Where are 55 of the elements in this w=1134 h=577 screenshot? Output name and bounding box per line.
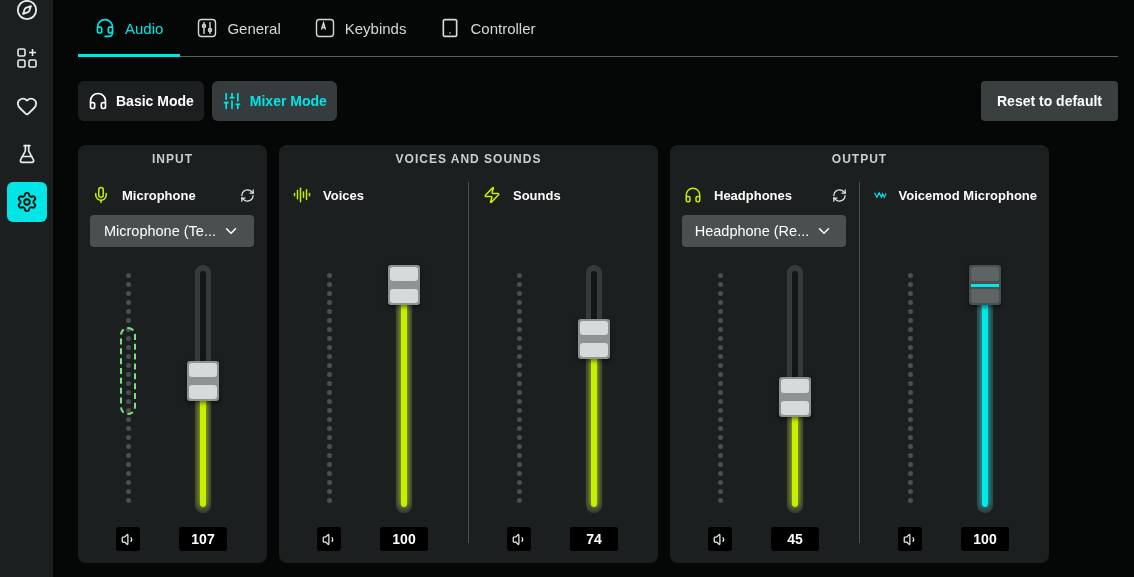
tab[interactable]: Controller [423,0,553,57]
device-dropdown[interactable]: Headphone (Re... [682,215,846,247]
volume-value: 107 [179,527,227,551]
sidebar-item[interactable] [6,182,47,222]
mode-button[interactable]: Mixer Mode [211,81,337,121]
mode-button[interactable]: Basic Mode [78,81,204,121]
tablet-icon [440,18,461,38]
slider-thumb[interactable] [388,265,420,305]
sliders-icon [221,91,242,111]
group-title: VOICES AND SOUNDS [394,151,543,168]
mute-button[interactable] [507,527,531,551]
headphones-icon [88,91,108,111]
headset-icon [95,18,115,38]
apps-add-icon [15,47,38,69]
tab[interactable]: Audio [78,0,181,57]
channel-name: Sounds [513,187,561,203]
volume-value: 100 [961,527,1009,551]
tab[interactable]: Keybinds [297,0,424,57]
headphones-icon [684,186,702,204]
volume-value: 100 [380,527,428,551]
slider-thumb[interactable] [187,360,219,401]
zigzag-logo-icon [874,189,887,201]
volume-slider[interactable] [969,265,1001,513]
volume-value: 74 [570,527,618,551]
group-title: OUTPUT [830,151,889,168]
volume-slider[interactable] [388,265,420,513]
refresh-button[interactable] [832,187,847,203]
reset-button[interactable]: Reset to default [981,81,1118,121]
compass-icon [15,0,38,21]
mute-button[interactable] [898,527,922,551]
mute-button[interactable] [708,527,732,551]
mute-button[interactable] [116,527,140,551]
mute-button[interactable] [317,527,341,551]
heart-icon [15,95,38,117]
slider-thumb[interactable] [969,265,1001,305]
key-icon [314,18,335,38]
slider-thumb[interactable] [779,377,811,418]
lightning-icon [483,186,501,204]
settings-icon [15,191,38,213]
volume-slider[interactable] [578,265,610,513]
device-dropdown[interactable]: Microphone (Te... [90,215,254,247]
sliders-icon [197,18,218,38]
refresh-button[interactable] [240,187,255,203]
group-title: INPUT [151,151,194,168]
channel-name: Headphones [714,187,792,203]
channel-name: Voicemod Microphone [898,187,1037,203]
volume-value: 45 [771,527,819,551]
tab[interactable]: General [180,0,298,57]
channel-name: Microphone [122,187,196,203]
volume-slider[interactable] [779,265,811,513]
slider-thumb[interactable] [578,319,610,360]
volume-slider[interactable] [187,265,219,513]
channel-name: Voices [323,187,364,203]
microphone-icon [92,186,110,204]
waveform-icon [293,186,311,204]
